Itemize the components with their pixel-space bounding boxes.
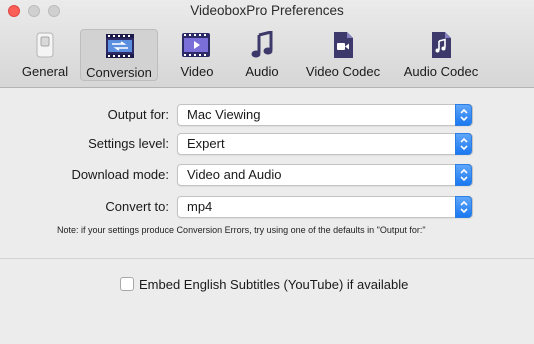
tab-general[interactable]: General: [14, 29, 76, 81]
convert-to-label: Convert to:: [105, 199, 169, 214]
download-mode-stepper[interactable]: [455, 164, 472, 186]
download-mode-value: Video and Audio: [187, 167, 282, 182]
output-for-value: Mac Viewing: [187, 107, 261, 122]
tab-audio-label: Audio: [245, 64, 279, 79]
chevron-updown-icon: [460, 108, 468, 122]
download-mode-label: Download mode:: [71, 167, 169, 182]
tab-general-label: General: [21, 64, 69, 79]
convert-to-stepper[interactable]: [455, 196, 472, 218]
film-icon: [182, 33, 210, 57]
tab-video-codec-label: Video Codec: [305, 64, 381, 79]
settings-level-popup[interactable]: Expert: [177, 133, 473, 155]
convert-to-value: mp4: [187, 199, 213, 214]
tab-audio-codec[interactable]: Audio Codec: [399, 29, 483, 81]
tab-conversion-label: Conversion: [86, 65, 152, 80]
embed-subtitles-label[interactable]: Embed English Subtitles (YouTube) if ava…: [139, 277, 408, 292]
chevron-updown-icon: [460, 168, 468, 182]
chevron-updown-icon: [460, 200, 468, 214]
output-for-popup[interactable]: Mac Viewing: [177, 104, 473, 126]
download-mode-popup[interactable]: Video and Audio: [177, 164, 473, 186]
output-for-label: Output for:: [107, 107, 169, 122]
tab-audio-codec-label: Audio Codec: [403, 64, 479, 79]
convert-to-popup[interactable]: mp4: [177, 196, 473, 218]
settings-level-stepper[interactable]: [455, 133, 472, 155]
conversion-note: Note: if your settings produce Conversio…: [57, 225, 426, 235]
tab-video-codec[interactable]: Video Codec: [303, 29, 383, 81]
window-titlebar: VideoboxPro Preferences General Conversi…: [0, 0, 534, 88]
tab-video-label: Video: [180, 64, 214, 79]
output-for-stepper[interactable]: [455, 104, 472, 126]
video-file-icon: [334, 32, 353, 58]
embed-subtitles-checkbox[interactable]: [120, 277, 134, 291]
music-note-icon: [251, 31, 273, 58]
film-arrows-icon: [106, 34, 134, 58]
section-divider: [0, 258, 534, 259]
tab-video[interactable]: Video: [172, 29, 222, 81]
settings-level-label: Settings level:: [88, 136, 169, 151]
window-title: VideoboxPro Preferences: [190, 3, 344, 18]
chevron-updown-icon: [460, 137, 468, 151]
settings-level-value: Expert: [187, 136, 225, 151]
tab-audio[interactable]: Audio: [238, 29, 286, 81]
audio-file-icon: [432, 32, 451, 58]
tab-conversion[interactable]: Conversion: [80, 29, 158, 81]
switch-icon: [36, 32, 54, 58]
